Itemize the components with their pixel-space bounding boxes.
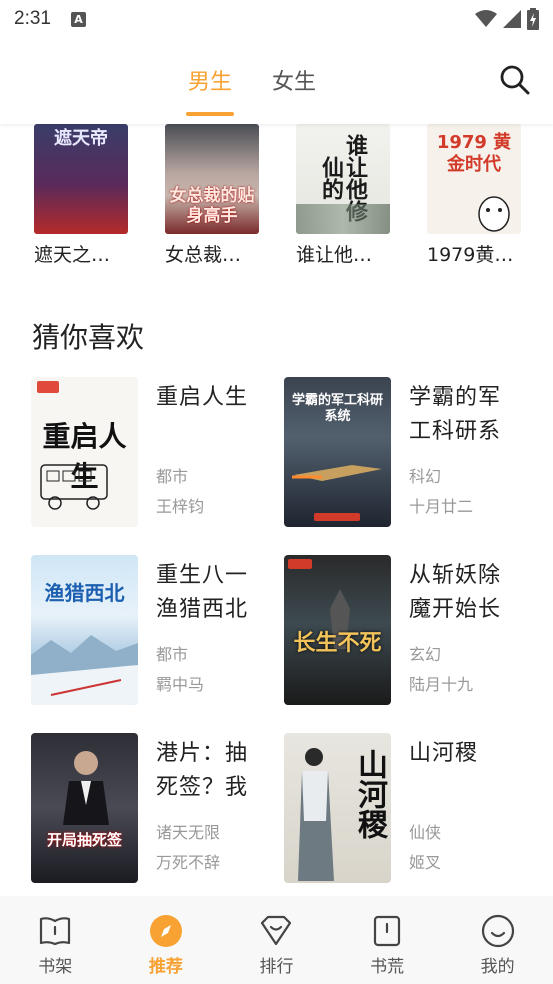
book-author: 姬叉 [409,853,442,872]
book-title: 谁让他… [296,244,373,266]
book-title: 重启人生 [156,385,249,410]
book-genre: 玄幻 [409,645,442,664]
book-card[interactable]: 开局抽死签 港片：抽死签？我 诸天无限 万死不辞 [31,733,271,885]
book-title: 学霸的军工科研系 [409,385,502,444]
book-title: 女总裁… [165,244,242,266]
nav-book-famine[interactable]: 书荒 [332,896,443,984]
book-title: 重生八一渔猎西北 [156,563,249,622]
book-cover: 山河稷 [284,733,391,883]
book-genre: 诸天无限 [156,823,221,842]
nav-label: 我的 [480,957,515,977]
nav-label: 推荐 [148,957,183,977]
book-author: 王梓钧 [156,497,205,516]
book-genre: 仙侠 [409,823,442,842]
status-time: 2:31 [14,8,51,29]
bookshelf-icon [40,917,71,946]
book-card[interactable]: 长生不死 从斩妖除魔开始长 玄幻 陆月十九 [284,555,524,707]
bottom-nav: 书架 推荐 排行 书荒 我的 [0,896,553,984]
book-card[interactable]: 渔猎西北 重生八一渔猎西北 都市 羁中马 [31,555,271,707]
nav-bookshelf[interactable]: 书架 [0,896,111,984]
book-cover: 长生不死 [284,555,391,705]
book-title: 遮天之… [34,244,111,266]
book-title: 港片：抽死签？我 [156,741,249,800]
recommended-row: 遮天帝 遮天之… 女总裁的贴身高手 女总裁… 谁让他修仙的 谁让他… 1979 … [0,124,553,274]
section-title-guess-you-like: 猜你喜欢 [32,321,145,354]
book-genre: 都市 [156,467,189,486]
top-book-card[interactable]: 女总裁的贴身高手 女总裁… [165,124,259,267]
notification-icon: A [70,11,86,27]
ranking-icon [261,915,292,946]
active-tab-indicator [186,112,234,116]
book-author: 陆月十九 [409,675,474,694]
nav-label: 书荒 [370,957,405,977]
profile-icon [481,914,514,948]
book-genre: 科幻 [409,467,442,486]
book-cover: 女总裁的贴身高手 [165,124,259,234]
book-card[interactable]: 学霸的军工科研系统 学霸的军工科研系 科幻 十月廿二 [284,377,524,529]
book-famine-icon [373,915,401,947]
top-tab-bar: 男生 女生 [0,38,553,124]
book-title: 从斩妖除魔开始长 [409,563,502,622]
book-cover: 重启人生 [31,377,138,527]
book-cover: 渔猎西北 [31,555,138,705]
battery-icon [527,8,539,30]
book-card[interactable]: 山河稷 山河稷 仙侠 姬叉 [284,733,524,885]
status-bar: 2:31 A [0,0,553,38]
nav-profile[interactable]: 我的 [442,896,553,984]
wifi-icon [475,10,497,27]
book-cover: 遮天帝 [34,124,128,234]
book-author: 羁中马 [156,675,205,694]
nav-label: 排行 [259,957,294,977]
book-title: 山河稷 [409,741,479,766]
book-cover: 1979 黄金时代 [427,124,521,234]
book-card[interactable]: 重启人生 重启人生 都市 王梓钧 [31,377,271,529]
book-cover: 开局抽死签 [31,733,138,883]
search-icon[interactable] [499,64,531,96]
book-cover: 学霸的军工科研系统 [284,377,391,527]
book-cover: 谁让他修仙的 [296,124,390,234]
top-book-card[interactable]: 1979 黄金时代 1979黄… [427,124,521,267]
book-author: 十月廿二 [409,497,474,516]
tab-female[interactable]: 女生 [272,64,316,96]
nav-recommend[interactable]: 推荐 [111,896,222,984]
top-book-card[interactable]: 遮天帝 遮天之… [34,124,128,267]
signal-icon [503,10,521,28]
top-book-card[interactable]: 谁让他修仙的 谁让他… [296,124,390,267]
nav-ranking[interactable]: 排行 [221,896,332,984]
nav-label: 书架 [38,957,73,977]
book-title: 1979黄… [427,244,514,266]
book-genre: 都市 [156,645,189,664]
tab-male[interactable]: 男生 [188,64,232,96]
compass-icon [149,915,182,947]
book-author: 万死不辞 [156,853,221,872]
status-icons [475,8,539,30]
